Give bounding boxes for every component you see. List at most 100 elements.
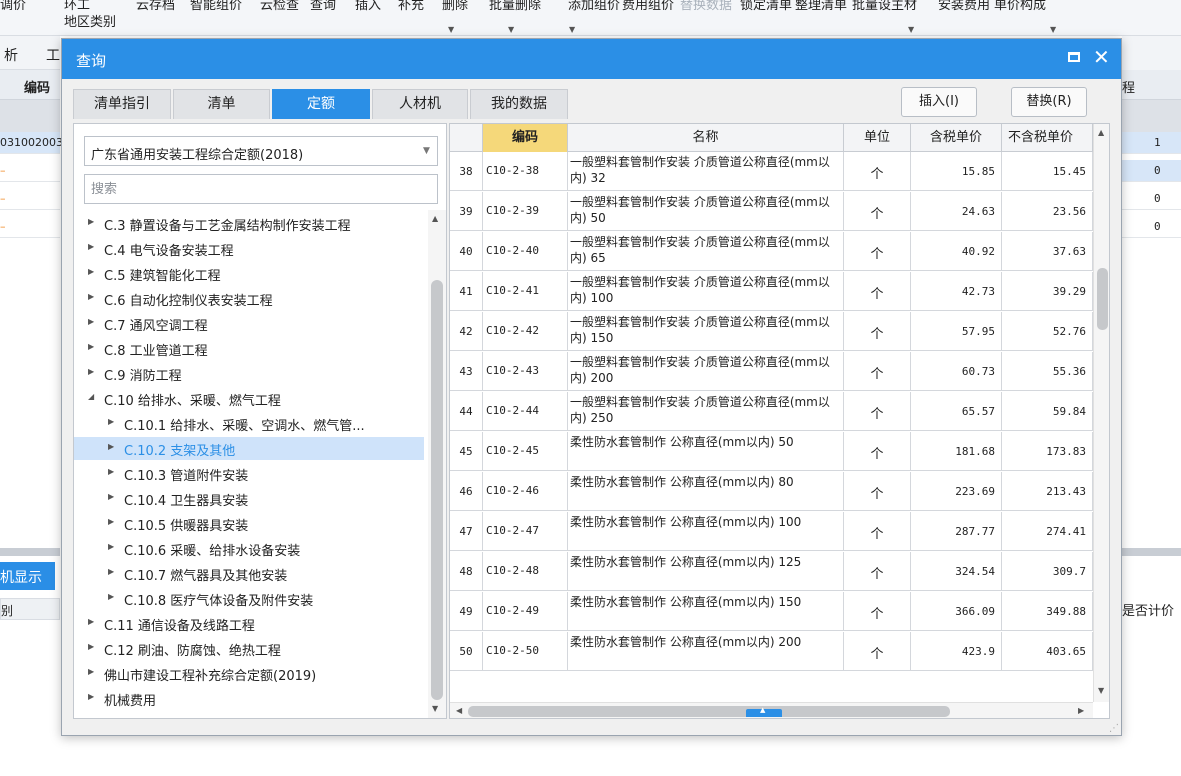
tree-item[interactable]: ▶ C.10.6 采暖、给排水设备安装: [74, 537, 424, 560]
tree-scroll-thumb[interactable]: [431, 280, 443, 700]
background-toolbar-button[interactable]: 添加组价: [568, 0, 620, 13]
table-row[interactable]: 42 C10-2-42 一般塑料套管制作安装 介质管道公称直径(mm以内) 150 个…: [450, 312, 1109, 351]
tree-item[interactable]: ▶ C.9 消防工程: [74, 362, 424, 385]
grid-vertical-scrollbar[interactable]: ▲ ▼: [1093, 124, 1109, 702]
collapsed-triangle-icon[interactable]: ▶: [88, 617, 94, 626]
table-row[interactable]: 44 C10-2-44 一般塑料套管制作安装 介质管道公称直径(mm以内) 250 个…: [450, 392, 1109, 431]
background-toolbar-button[interactable]: 云存档: [136, 0, 175, 13]
background-tab[interactable]: 工: [46, 45, 60, 65]
replace-button[interactable]: 替换(R): [1011, 87, 1087, 117]
tree-item[interactable]: ▶ C.3 静置设备与工艺金属结构制作安装工程: [74, 212, 424, 235]
quota-library-select[interactable]: 广东省通用安装工程综合定额(2018) ▼: [84, 136, 438, 166]
background-toolbar-button[interactable]: 补充: [398, 0, 424, 13]
collapsed-triangle-icon[interactable]: ▶: [108, 542, 114, 551]
chevron-down-icon[interactable]: ▼: [508, 25, 514, 34]
scroll-up-icon[interactable]: ▲: [432, 214, 438, 223]
background-right-cell[interactable]: 0: [1122, 216, 1181, 238]
background-toolbar-button[interactable]: 单价构成: [994, 0, 1046, 13]
header-notax-price[interactable]: 不含税单价: [1002, 124, 1093, 152]
background-toolbar-button[interactable]: 批量设主材: [852, 0, 917, 13]
panel-collapse-handle[interactable]: ▲: [746, 706, 782, 717]
collapsed-triangle-icon[interactable]: ▶: [108, 442, 114, 451]
background-row[interactable]: –: [0, 160, 60, 182]
background-splitter[interactable]: [1122, 548, 1181, 556]
chevron-down-icon[interactable]: ▼: [423, 146, 430, 156]
chevron-down-icon[interactable]: ▼: [448, 25, 454, 34]
scroll-down-icon[interactable]: ▼: [1098, 686, 1104, 695]
tab-3[interactable]: 人材机: [372, 89, 468, 119]
tree-item[interactable]: ▶ C.10.7 燃气器具及其他安装: [74, 562, 424, 585]
collapsed-triangle-icon[interactable]: ▶: [88, 317, 94, 326]
header-tax-price[interactable]: 含税单价: [911, 124, 1002, 152]
tab-2[interactable]: 定额: [272, 89, 370, 119]
background-toolbar-region[interactable]: 地区类别: [64, 11, 116, 30]
chevron-down-icon[interactable]: ▼: [569, 25, 575, 34]
tree-item[interactable]: ▶ C.7 通风空调工程: [74, 312, 424, 335]
table-row[interactable]: 43 C10-2-43 一般塑料套管制作安装 介质管道公称直径(mm以内) 200 个…: [450, 352, 1109, 391]
tree-item[interactable]: ▶ C.10.2 支架及其他: [74, 437, 424, 460]
table-row[interactable]: 40 C10-2-40 一般塑料套管制作安装 介质管道公称直径(mm以内) 65 个 4…: [450, 232, 1109, 271]
header-unit[interactable]: 单位: [844, 124, 911, 152]
background-right-cell[interactable]: 1: [1122, 132, 1181, 154]
background-toolbar-button[interactable]: 整理清单: [795, 0, 847, 13]
tree-item[interactable]: ▶ C.8 工业管道工程: [74, 337, 424, 360]
collapsed-triangle-icon[interactable]: ▶: [88, 642, 94, 651]
background-toolbar-button[interactable]: 调价: [0, 0, 26, 13]
background-toolbar-button[interactable]: 费用组价: [622, 0, 674, 13]
tree-item[interactable]: ▶ C.11 通信设备及线路工程: [74, 612, 424, 635]
background-toolbar-button[interactable]: 插入: [355, 0, 381, 13]
tab-0[interactable]: 清单指引: [73, 89, 171, 119]
collapsed-triangle-icon[interactable]: ▶: [108, 467, 114, 476]
background-toolbar-button[interactable]: 锁定清单: [740, 0, 792, 13]
collapsed-triangle-icon[interactable]: ▶: [88, 692, 94, 701]
background-row[interactable]: 031002003: [0, 132, 63, 154]
table-row[interactable]: 47 C10-2-47 柔性防水套管制作 公称直径(mm以内) 100 个 287.77…: [450, 512, 1109, 551]
background-display-button[interactable]: 机显示: [0, 562, 55, 590]
background-toolbar-button[interactable]: 替换数据: [680, 0, 732, 13]
chevron-down-icon[interactable]: ▼: [908, 25, 914, 34]
collapsed-triangle-icon[interactable]: ▶: [88, 217, 94, 226]
background-row[interactable]: –: [0, 216, 60, 238]
background-tab[interactable]: 析: [4, 45, 18, 65]
table-row[interactable]: 46 C10-2-46 柔性防水套管制作 公称直径(mm以内) 80 个 223.69 2…: [450, 472, 1109, 511]
table-row[interactable]: 39 C10-2-39 一般塑料套管制作安装 介质管道公称直径(mm以内) 50 个 2…: [450, 192, 1109, 231]
collapsed-triangle-icon[interactable]: ▶: [108, 492, 114, 501]
collapsed-triangle-icon[interactable]: ▶: [108, 417, 114, 426]
collapsed-triangle-icon[interactable]: ▶: [88, 667, 94, 676]
background-toolbar-button[interactable]: 删除: [442, 0, 468, 13]
table-row[interactable]: 48 C10-2-48 柔性防水套管制作 公称直径(mm以内) 125 个 324.54…: [450, 552, 1109, 591]
collapsed-triangle-icon[interactable]: ▶: [108, 592, 114, 601]
tree-item[interactable]: ▶ 佛山市建设工程补充综合定额(2019): [74, 662, 424, 685]
dialog-titlebar[interactable]: 查询 ✕: [62, 39, 1121, 79]
chevron-down-icon[interactable]: ▼: [1050, 25, 1056, 34]
tab-1[interactable]: 清单: [173, 89, 270, 119]
close-icon[interactable]: ✕: [1093, 45, 1110, 69]
collapsed-triangle-icon[interactable]: ▶: [108, 567, 114, 576]
tree-item[interactable]: ▶ C.10.3 管道附件安装: [74, 462, 424, 485]
grid-hscroll-thumb[interactable]: [468, 706, 950, 717]
search-input[interactable]: [84, 174, 438, 204]
background-right-cell[interactable]: 0: [1122, 188, 1181, 210]
header-name[interactable]: 名称: [568, 124, 844, 152]
maximize-icon[interactable]: [1068, 52, 1080, 62]
tree-item[interactable]: ▶ C.10.4 卫生器具安装: [74, 487, 424, 510]
collapsed-triangle-icon[interactable]: ▶: [108, 517, 114, 526]
background-toolbar-button[interactable]: 批量删除: [489, 0, 541, 13]
tree-item[interactable]: ▶ C.10.1 给排水、采暖、空调水、燃气管...: [74, 412, 424, 435]
tree-item[interactable]: ▶ C.5 建筑智能化工程: [74, 262, 424, 285]
collapsed-triangle-icon[interactable]: ▶: [88, 292, 94, 301]
table-row[interactable]: 38 C10-2-38 一般塑料套管制作安装 介质管道公称直径(mm以内) 32 个 1…: [450, 152, 1109, 191]
tab-4[interactable]: 我的数据: [470, 89, 568, 119]
grid-scroll-thumb[interactable]: [1097, 268, 1108, 330]
insert-button[interactable]: 插入(I): [901, 87, 977, 117]
background-toolbar-button[interactable]: 智能组价: [190, 0, 242, 13]
table-row[interactable]: 45 C10-2-45 柔性防水套管制作 公称直径(mm以内) 50 个 181.68 1…: [450, 432, 1109, 471]
scroll-left-icon[interactable]: ◀: [456, 706, 462, 715]
background-toolbar-button[interactable]: 云检查: [260, 0, 299, 13]
scroll-up-icon[interactable]: ▲: [1098, 128, 1104, 137]
tree-item[interactable]: ▶ C.6 自动化控制仪表安装工程: [74, 287, 424, 310]
table-row[interactable]: 50 C10-2-50 柔性防水套管制作 公称直径(mm以内) 200 个 423.9 4…: [450, 632, 1109, 671]
tree-item[interactable]: ▶ 机械费用: [74, 687, 424, 710]
resize-grip-icon[interactable]: ⋰: [1109, 723, 1119, 734]
tree-item[interactable]: ▶ C.10.8 医疗气体设备及附件安装: [74, 587, 424, 610]
